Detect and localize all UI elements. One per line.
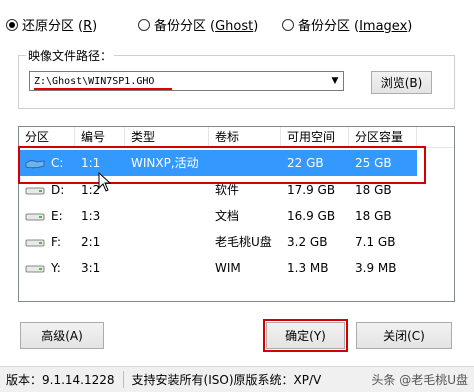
image-path-value: Z:\Ghost\WIN7SP1.GHO	[34, 75, 155, 87]
type-cell	[125, 203, 209, 229]
free-cell: 16.9 GB	[287, 209, 336, 223]
status-separator	[122, 371, 124, 388]
radio-label: 备份分区 (Imagex)	[298, 19, 413, 34]
image-path-title: 映像文件路径：	[26, 47, 115, 64]
mouse-cursor-icon	[98, 172, 112, 192]
drive-icon	[25, 213, 45, 220]
radio-backup-imagex[interactable]: 备份分区 (Imagex)	[282, 15, 412, 34]
label-cell: 老毛桃U盘	[215, 235, 272, 249]
radio-label: 备份分区 (Ghost)	[154, 19, 259, 34]
table-row[interactable]: Y: 3:1 WIM 1.3 MB 3.9 MB	[19, 255, 417, 281]
table-row[interactable]: E: 1:3 文档 16.9 GB 18 GB	[19, 203, 417, 229]
table-header: 分区 编号 类型 卷标 可用空间 分区容量	[19, 127, 454, 148]
free-cell: 1.3 MB	[287, 261, 329, 275]
drive-icon	[25, 239, 45, 246]
support-text: 支持安装所有(ISO)原版系统：XP/V	[131, 373, 322, 387]
drive-icon	[25, 265, 45, 272]
col-header[interactable]: 可用空间	[281, 127, 349, 147]
label-cell: WIM	[215, 261, 241, 275]
size-cell: 7.1 GB	[355, 235, 396, 249]
drive-icon	[25, 187, 45, 194]
num-cell: 2:1	[81, 235, 101, 249]
radio-restore-partition[interactable]: 还原分区 (R)	[6, 15, 97, 34]
num-cell: 1:3	[81, 209, 101, 223]
type-cell	[125, 255, 209, 281]
radio-backup-ghost[interactable]: 备份分区 (Ghost)	[138, 15, 258, 34]
confirm-button-highlight	[263, 319, 348, 352]
radio-dot	[282, 18, 294, 31]
radio-dot	[6, 18, 18, 31]
browse-button[interactable]: 浏览(B)	[371, 71, 432, 94]
version-text: 版本：9.1.14.1228	[6, 373, 115, 387]
col-header[interactable]: 类型	[125, 127, 209, 147]
col-header[interactable]: 分区	[19, 127, 75, 147]
col-header[interactable]: 分区容量	[349, 127, 417, 147]
watermark-text: 头条 @老毛桃U盘	[371, 373, 468, 387]
path-underline-annotation	[34, 88, 172, 90]
type-cell	[125, 229, 209, 255]
col-header[interactable]: 编号	[75, 127, 125, 147]
table-row[interactable]: F: 2:1 老毛桃U盘 3.2 GB 7.1 GB	[19, 229, 417, 255]
selected-row-highlight	[18, 146, 426, 184]
free-cell: 3.2 GB	[287, 235, 328, 249]
drive-cell: Y:	[19, 255, 75, 281]
num-cell: 3:1	[81, 261, 101, 275]
status-bar: 版本：9.1.14.1228 支持安装所有(ISO)原版系统：XP/V 头条 @…	[0, 366, 474, 392]
size-cell: 18 GB	[355, 209, 392, 223]
radio-dot	[138, 18, 150, 31]
radio-label: 还原分区 (R)	[22, 19, 98, 34]
drive-cell: F:	[19, 229, 75, 255]
size-cell: 3.9 MB	[355, 261, 397, 275]
col-header[interactable]: 卷标	[209, 127, 281, 147]
advanced-button[interactable]: 高级(A)	[20, 322, 104, 349]
label-cell: 文档	[215, 209, 240, 223]
close-button[interactable]: 关闭(C)	[356, 322, 452, 349]
drive-cell: E:	[19, 203, 75, 229]
chevron-down-icon[interactable]: ▼	[327, 72, 343, 90]
